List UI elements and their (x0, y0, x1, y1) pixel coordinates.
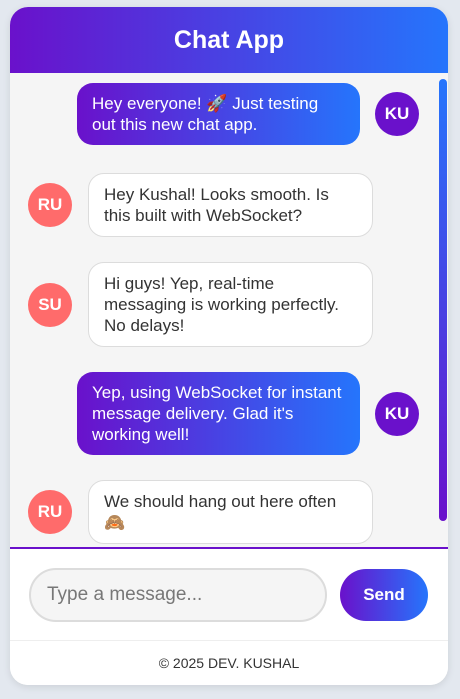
message-composer: Send (10, 549, 448, 641)
avatar: RU (28, 183, 72, 227)
message-bubble-received: Hi guys! Yep, real-time messaging is wor… (88, 262, 373, 347)
avatar-initials: KU (384, 104, 410, 123)
message-bubble-sent: Yep, using WebSocket for instant message… (77, 372, 360, 455)
avatar-initials: SU (38, 294, 62, 314)
message-item: RU Hey Kushal! Looks smooth. Is this bui… (28, 173, 373, 237)
message-list[interactable]: Hey everyone! 🚀 Just testing out this ne… (10, 73, 448, 549)
message-text: Hi guys! Yep, real-time messaging is wor… (104, 274, 339, 335)
send-button[interactable]: Send (340, 568, 428, 621)
copyright-text: © 2025 DEV. KUSHAL (158, 655, 300, 671)
message-item: RU We should hang out here often 🙈 (28, 480, 373, 544)
message-text: Yep, using WebSocket for instant message… (92, 383, 342, 444)
avatar-initials: RU (37, 195, 63, 214)
app-header: Chat App (10, 7, 448, 73)
chat-app-window: Chat App Hey everyone! 🚀 Just testing ou… (10, 7, 448, 685)
avatar-initials: KU (384, 403, 410, 423)
message-item: Hey everyone! 🚀 Just testing out this ne… (77, 83, 419, 145)
avatar: RU (28, 490, 72, 534)
message-bubble-received: We should hang out here often 🙈 (88, 480, 373, 544)
avatar: SU (28, 282, 72, 327)
footer: © 2025 DEV. KUSHAL (10, 641, 448, 685)
message-item: Yep, using WebSocket for instant message… (77, 372, 419, 455)
avatar: KU (375, 391, 419, 436)
scrollbar-thumb[interactable] (439, 79, 447, 521)
message-text: Hey everyone! 🚀 Just testing out this ne… (92, 94, 319, 134)
message-bubble-sent: Hey everyone! 🚀 Just testing out this ne… (77, 83, 360, 145)
avatar: KU (375, 92, 419, 136)
message-text: Hey Kushal! Looks smooth. Is this built … (104, 185, 329, 225)
avatar-initials: RU (37, 502, 63, 521)
message-list-scrollbar[interactable] (436, 73, 448, 547)
app-title: Chat App (173, 25, 285, 54)
message-input[interactable] (29, 567, 327, 622)
message-bubble-received: Hey Kushal! Looks smooth. Is this built … (88, 173, 373, 237)
message-text: We should hang out here often 🙈 (104, 492, 337, 532)
message-item: SU Hi guys! Yep, real-time messaging is … (28, 262, 373, 347)
